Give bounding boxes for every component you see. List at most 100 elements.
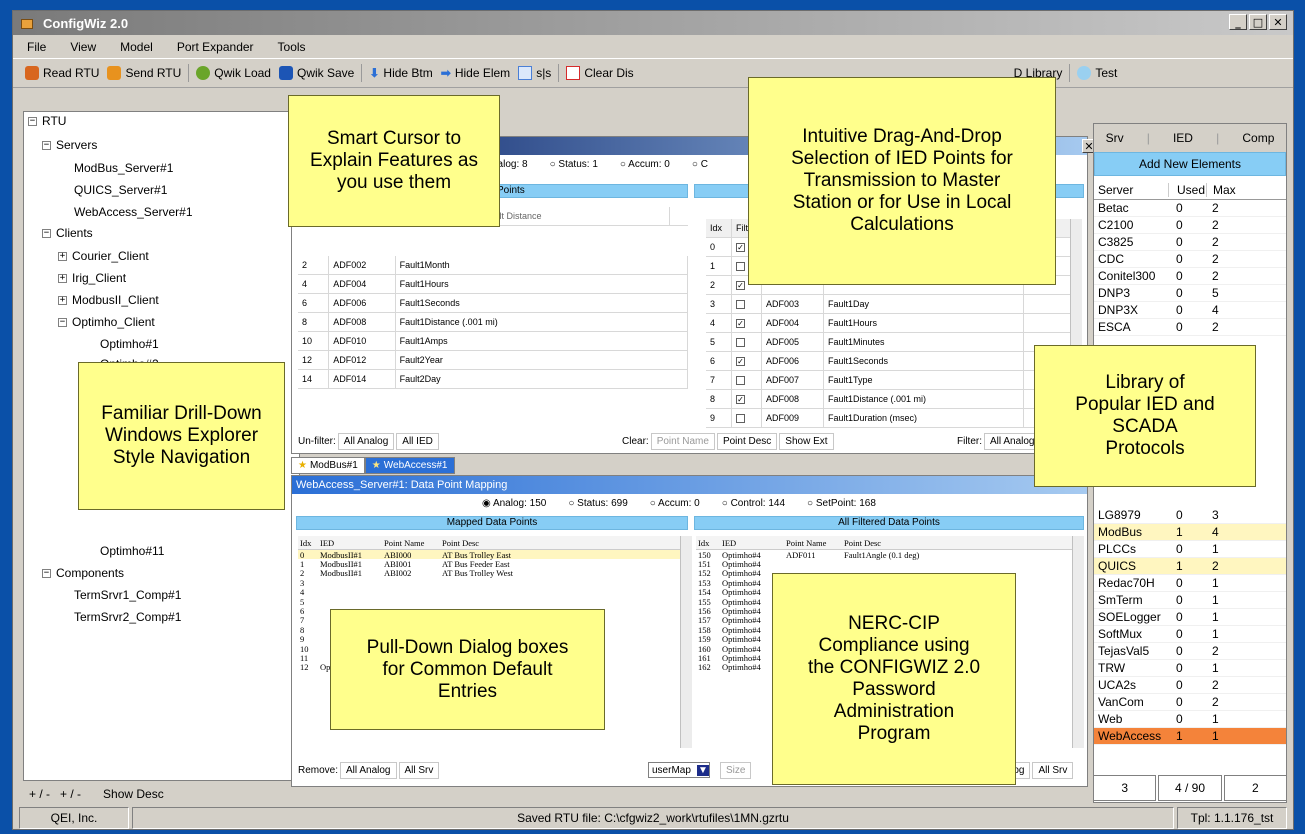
- tree-node-optimho[interactable]: Optimho#1: [100, 337, 159, 351]
- filter-checkbox[interactable]: ✓: [736, 280, 745, 290]
- table-row[interactable]: 9 ADF009 Fault1Duration (msec): [706, 409, 1082, 428]
- server-row[interactable]: PLCCs 0 1: [1094, 541, 1286, 558]
- clear-point-name-button[interactable]: Point Name: [650, 433, 715, 450]
- server-row[interactable]: ESCA 0 2: [1094, 319, 1286, 336]
- table-row[interactable]: 5: [298, 597, 680, 607]
- table-row[interactable]: 7 ADF007 Fault1Type: [706, 371, 1082, 390]
- tree-node-component[interactable]: TermSrvr1_Comp#1: [74, 588, 181, 602]
- tree-node-component[interactable]: TermSrvr2_Comp#1: [74, 610, 181, 624]
- table-row[interactable]: 12 ADF012 Fault2Year: [298, 351, 688, 370]
- filter-checkbox[interactable]: [736, 299, 745, 309]
- server-row[interactable]: Betac 0 2: [1094, 200, 1286, 217]
- table-row[interactable]: 14 ADF014 Fault2Day: [298, 370, 688, 389]
- server-row[interactable]: DNP3 0 5: [1094, 285, 1286, 302]
- hide-btm-button[interactable]: ⬇ Hide Btm: [365, 66, 436, 80]
- radio-control[interactable]: ○ Control: 144: [722, 498, 785, 509]
- vertical-scrollbar[interactable]: [680, 536, 692, 748]
- server-row[interactable]: Web 0 1: [1094, 711, 1286, 728]
- server-row[interactable]: Redac70H 0 1: [1094, 575, 1286, 592]
- tree-node-rtu[interactable]: − RTU: [28, 114, 66, 128]
- server-row[interactable]: TejasVal5 0 2: [1094, 643, 1286, 660]
- server-row[interactable]: Conitel300 0 2: [1094, 268, 1286, 285]
- tree-node-servers[interactable]: − Servers: [42, 138, 97, 152]
- server-row[interactable]: TRW 0 1: [1094, 660, 1286, 677]
- qwik-save-button[interactable]: Qwik Save: [275, 66, 358, 80]
- add-new-elements-button[interactable]: Add New Elements: [1094, 152, 1286, 176]
- radio-accum[interactable]: ○ Accum: 0: [620, 159, 670, 170]
- expand-icon[interactable]: +: [58, 295, 67, 305]
- size-button[interactable]: Size: [718, 762, 752, 779]
- read-rtu-button[interactable]: Read RTU: [21, 66, 103, 80]
- filter-checkbox[interactable]: [736, 261, 745, 271]
- table-row[interactable]: 150 Optimho#4 ADF011 Fault1Angle (0.1 deg): [696, 550, 1072, 560]
- remove-all-analog-button[interactable]: All Analog: [340, 762, 397, 779]
- server-row[interactable]: C3825 0 2: [1094, 234, 1286, 251]
- server-row[interactable]: SmTerm 0 1: [1094, 592, 1286, 609]
- tree-node-client[interactable]: − Optimho_Client: [58, 315, 155, 329]
- tree-node-client[interactable]: + Courier_Client: [58, 249, 149, 263]
- tree-node-client[interactable]: + ModbusII_Client: [58, 293, 159, 307]
- expand-collapse-button[interactable]: + / -: [29, 787, 50, 801]
- server-row[interactable]: QUICS 1 2: [1094, 558, 1286, 575]
- table-row[interactable]: 3 ADF003 Fault1Day: [706, 295, 1082, 314]
- table-row[interactable]: 8 ✓ ADF008 Fault1Distance (.001 mi): [706, 390, 1082, 409]
- tab-ied[interactable]: IED: [1173, 131, 1193, 145]
- filter-checkbox[interactable]: [736, 375, 745, 385]
- radio-setpoint[interactable]: ○ SetPoint: 168: [807, 498, 876, 509]
- filter-checkbox[interactable]: ✓: [736, 394, 745, 404]
- server-row[interactable]: LG8979 0 3: [1094, 507, 1286, 524]
- server-row[interactable]: SOELogger 0 1: [1094, 609, 1286, 626]
- unfilter-all-ied-button[interactable]: All IED: [396, 433, 439, 450]
- filter-all-analog-button[interactable]: All Analog: [984, 433, 1041, 450]
- radio-status[interactable]: ○ Status: 699: [568, 498, 627, 509]
- server-row[interactable]: C2100 0 2: [1094, 217, 1286, 234]
- collapse-icon[interactable]: −: [42, 140, 51, 150]
- menu-model[interactable]: Model: [120, 40, 153, 54]
- clear-display-button[interactable]: Clear Dis: [562, 66, 637, 80]
- hide-elem-button[interactable]: ➡ Hide Elem: [437, 66, 514, 80]
- expand-collapse-button[interactable]: + / -: [60, 787, 81, 801]
- table-row[interactable]: 151 Optimho#4: [696, 559, 1072, 569]
- menu-view[interactable]: View: [70, 40, 96, 54]
- table-row[interactable]: 2 ADF002 Fault1Month: [298, 256, 688, 275]
- split-button[interactable]: s|s: [514, 66, 555, 80]
- table-row[interactable]: 4: [298, 587, 680, 597]
- table-row[interactable]: 0 ModbusII#1 ABI000 AT Bus Trolley East: [298, 550, 680, 560]
- tab-modbus[interactable]: ★ ModBus#1: [291, 457, 365, 474]
- menu-tools[interactable]: Tools: [278, 40, 306, 54]
- collapse-icon[interactable]: −: [58, 317, 67, 327]
- expand-icon[interactable]: +: [58, 273, 67, 283]
- qwik-load-button[interactable]: Qwik Load: [192, 66, 275, 80]
- radio-status[interactable]: ○ Status: 1: [550, 159, 598, 170]
- maximize-button[interactable]: □: [1249, 14, 1267, 30]
- filter-checkbox[interactable]: ✓: [736, 356, 745, 366]
- tree-node-server[interactable]: QUICS_Server#1: [74, 183, 167, 197]
- menu-port-expander[interactable]: Port Expander: [177, 40, 254, 54]
- send-rtu-button[interactable]: Send RTU: [103, 66, 185, 80]
- tab-srv[interactable]: Srv: [1106, 131, 1124, 145]
- unfilter-all-analog-button[interactable]: All Analog: [337, 433, 395, 450]
- vertical-scrollbar[interactable]: [1072, 536, 1084, 748]
- filter-checkbox[interactable]: ✓: [736, 318, 745, 328]
- minimize-button[interactable]: _: [1229, 14, 1247, 30]
- server-row[interactable]: ModBus 1 4: [1094, 524, 1286, 541]
- tree-node-server[interactable]: WebAccess_Server#1: [74, 205, 193, 219]
- radio-accum[interactable]: ○ Accum: 0: [650, 498, 700, 509]
- server-row[interactable]: WebAccess 1 1: [1094, 728, 1286, 745]
- tree-node-optimho[interactable]: Optimho#11: [100, 544, 164, 558]
- show-ext-button[interactable]: Show Ext: [779, 433, 834, 450]
- tree-node-components[interactable]: − Components: [42, 566, 124, 580]
- table-row[interactable]: 6 ✓ ADF006 Fault1Seconds: [706, 352, 1082, 371]
- table-row[interactable]: 8 ADF008 Fault1Distance (.001 mi): [298, 313, 688, 332]
- filter-checkbox[interactable]: ✓: [736, 242, 745, 252]
- radio-control[interactable]: ○ C: [692, 159, 708, 170]
- collapse-icon[interactable]: −: [28, 116, 37, 126]
- tab-webaccess[interactable]: ★ WebAccess#1: [364, 457, 455, 474]
- server-row[interactable]: DNP3X 0 4: [1094, 302, 1286, 319]
- map-select[interactable]: userMap ▼: [648, 762, 710, 778]
- server-row[interactable]: VanCom 0 2: [1094, 694, 1286, 711]
- assign-all-srv-button[interactable]: All Srv: [1032, 762, 1074, 779]
- expand-icon[interactable]: +: [58, 251, 67, 261]
- show-desc-button[interactable]: Show Desc: [103, 787, 164, 801]
- clear-point-desc-button[interactable]: Point Desc: [716, 433, 778, 450]
